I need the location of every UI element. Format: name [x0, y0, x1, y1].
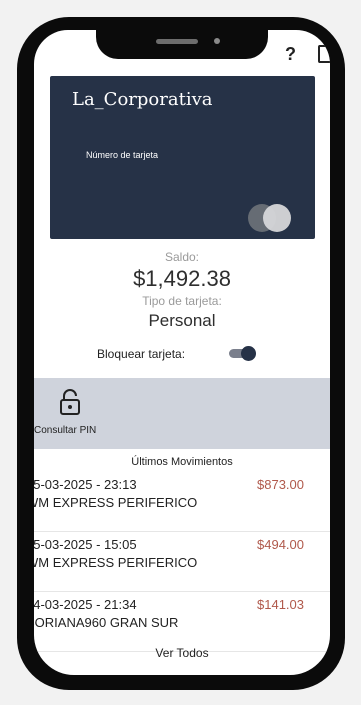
movement-amount: $494.00: [257, 537, 304, 552]
movement-description: SORIANA960 GRAN SUR: [34, 615, 179, 630]
movements-title: Últimos Movimientos: [131, 456, 233, 468]
credit-card: La_Corporativa Número de tarjeta: [50, 76, 315, 239]
movements-list: 05-03-2025 - 23:13 WM EXPRESS PERIFERICO…: [34, 472, 330, 652]
card-type-label: Tipo de tarjeta:: [142, 294, 222, 308]
movement-row[interactable]: 04-03-2025 - 21:34 SORIANA960 GRAN SUR $…: [34, 592, 330, 652]
consult-pin-button[interactable]: Consultar PIN: [34, 378, 330, 449]
card-title: La_Corporativa: [72, 89, 213, 110]
movement-description: WM EXPRESS PERIFERICO: [34, 495, 198, 510]
movement-description: WM EXPRESS PERIFERICO: [34, 555, 198, 570]
movement-date: 04-03-2025 - 21:34: [34, 597, 137, 612]
speaker: [156, 39, 198, 44]
movement-amount: $141.03: [257, 597, 304, 612]
brand-circle-right: [263, 204, 291, 232]
movement-date: 05-03-2025 - 15:05: [34, 537, 137, 552]
card-number-label: Número de tarjeta: [86, 150, 159, 160]
view-all-link[interactable]: Ver Todos: [34, 646, 330, 660]
lock-open-icon: [60, 389, 80, 415]
balance-value: $1,492.38: [133, 266, 231, 291]
block-card-toggle[interactable]: [229, 346, 259, 361]
app-screen: ? La_Corporativa Número de tarjeta Saldo…: [34, 30, 330, 675]
movement-row[interactable]: 05-03-2025 - 23:13 WM EXPRESS PERIFERICO…: [34, 472, 330, 532]
phone-notch: [96, 17, 268, 59]
help-icon[interactable]: ?: [285, 44, 296, 65]
consult-pin-label: Consultar PIN: [34, 425, 97, 436]
card-brand-icon: [248, 204, 294, 234]
card-type-value: Personal: [148, 311, 216, 330]
movement-date: 05-03-2025 - 23:13: [34, 477, 137, 492]
movement-row[interactable]: 05-03-2025 - 15:05 WM EXPRESS PERIFERICO…: [34, 532, 330, 592]
toggle-thumb: [241, 346, 256, 361]
block-card-label: Bloquear tarjeta:: [97, 347, 186, 361]
balance-label: Saldo:: [164, 250, 200, 264]
exit-icon[interactable]: [318, 45, 330, 63]
movement-amount: $873.00: [257, 477, 304, 492]
camera: [214, 38, 220, 44]
